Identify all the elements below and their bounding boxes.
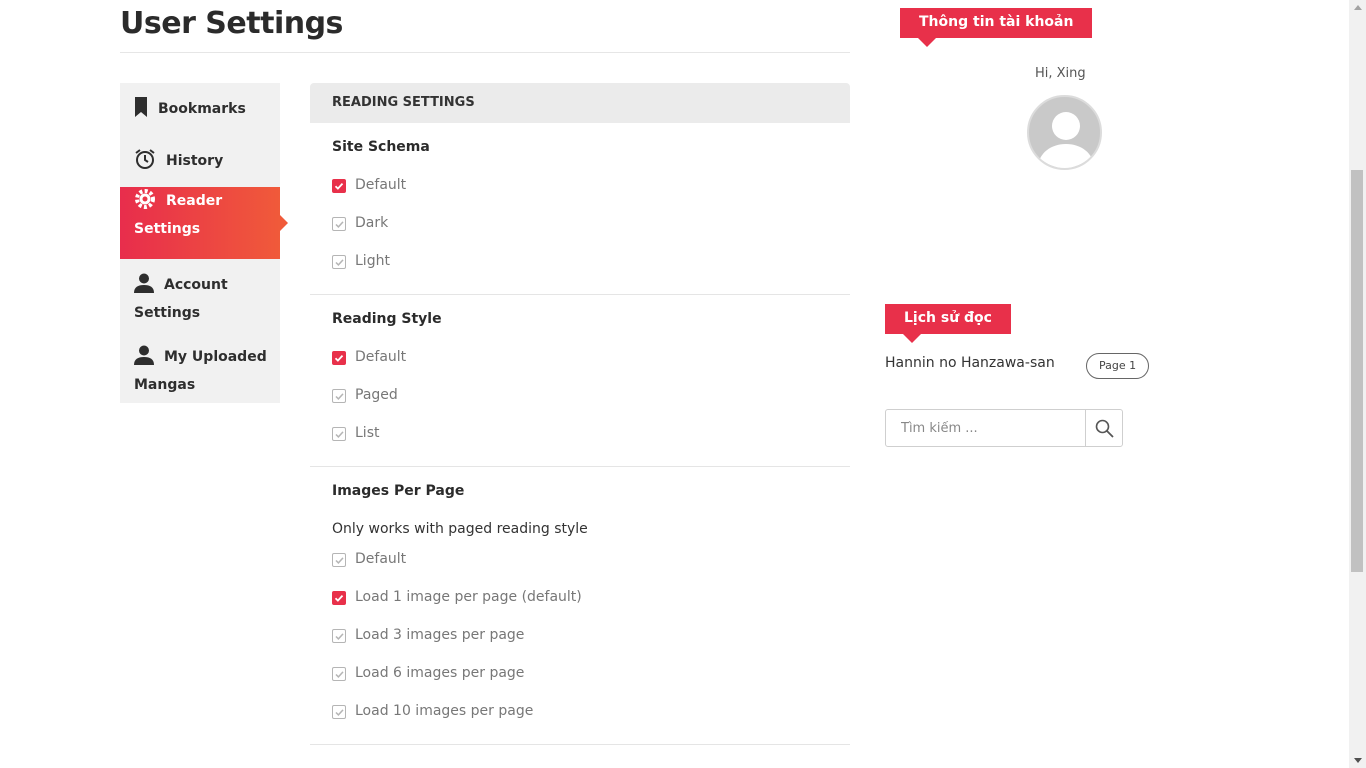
user-greeting: Hi, Xing xyxy=(1035,66,1086,81)
section-title: Site Schema xyxy=(332,139,430,155)
checkbox-icon[interactable] xyxy=(332,255,346,269)
bookmark-icon xyxy=(134,97,148,121)
search-icon xyxy=(1095,419,1114,438)
user-icon xyxy=(134,345,154,369)
checkbox-icon[interactable] xyxy=(332,427,346,441)
section-note: Only works with paged reading style xyxy=(332,521,588,537)
page-title: User Settings xyxy=(120,6,343,41)
checkbox-icon[interactable] xyxy=(332,217,346,231)
search-input[interactable] xyxy=(886,410,1085,446)
checkbox-icon[interactable] xyxy=(332,705,346,719)
default-avatar-icon xyxy=(1037,112,1095,168)
avatar[interactable] xyxy=(1027,95,1102,170)
reading-history-ribbon: Lịch sử đọc xyxy=(885,304,1011,343)
scroll-thumb[interactable] xyxy=(1351,170,1363,572)
sidebar-item-history[interactable]: History xyxy=(120,135,280,187)
sidebar-item-account-settings[interactable]: Account Settings xyxy=(120,259,280,331)
section-reading-style: Reading Style Default Paged List xyxy=(310,295,850,467)
scroll-down-arrow-icon[interactable] xyxy=(1354,758,1362,763)
alarm-clock-icon xyxy=(134,148,156,174)
history-page-badge[interactable]: Page 1 xyxy=(1086,353,1150,379)
checkbox-icon[interactable] xyxy=(332,389,346,403)
section-title: Reading Style xyxy=(332,311,442,327)
reading-settings-header: READING SETTINGS xyxy=(310,83,850,123)
checkbox-checked-icon[interactable] xyxy=(332,179,346,193)
search-button[interactable] xyxy=(1085,410,1122,446)
checkbox-icon[interactable] xyxy=(332,553,346,567)
section-images-per-page: Images Per Page Only works with paged re… xyxy=(310,467,850,745)
sidebar-item-bookmarks[interactable]: Bookmarks xyxy=(120,83,280,135)
page-scrollbar[interactable] xyxy=(1349,0,1366,768)
checkbox-icon[interactable] xyxy=(332,629,346,643)
history-manga-link[interactable]: Hannin no Hanzawa-san xyxy=(885,355,1055,371)
section-title: Images Per Page xyxy=(332,483,465,499)
sidebar-item-my-uploaded-mangas[interactable]: My Uploaded Mangas xyxy=(120,331,280,403)
gear-icon xyxy=(134,188,156,214)
user-icon xyxy=(134,273,154,297)
checkbox-checked-icon[interactable] xyxy=(332,591,346,605)
search-box xyxy=(885,409,1123,447)
settings-sidebar: Bookmarks History Reader Settings Accoun… xyxy=(120,83,288,403)
title-divider xyxy=(120,52,850,53)
checkbox-icon[interactable] xyxy=(332,667,346,681)
account-info-ribbon: Thông tin tài khoản xyxy=(900,8,1093,47)
scroll-up-arrow-icon[interactable] xyxy=(1354,5,1362,10)
sidebar-item-reader-settings[interactable]: Reader Settings xyxy=(120,187,288,259)
section-site-schema: Site Schema Default Dark Light xyxy=(310,123,850,295)
checkbox-checked-icon[interactable] xyxy=(332,351,346,365)
